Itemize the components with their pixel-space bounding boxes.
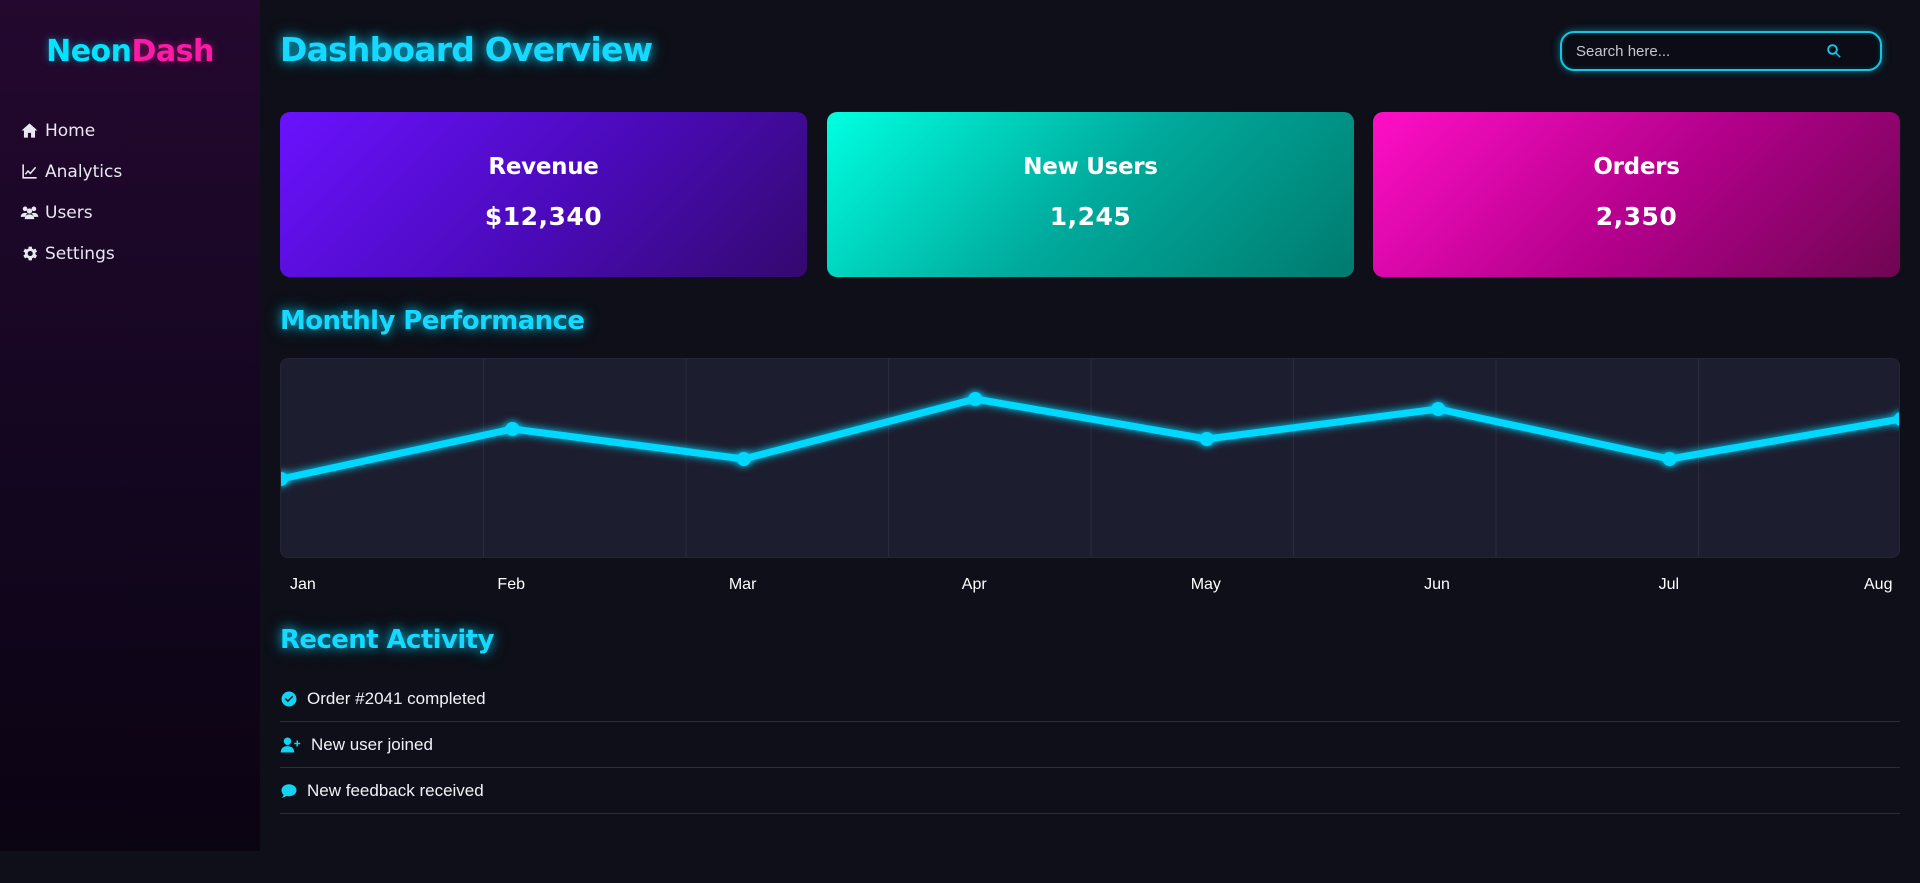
new-users-card: New Users 1,245 bbox=[827, 112, 1354, 277]
activity-text: Order #2041 completed bbox=[307, 688, 486, 708]
search-box bbox=[1560, 31, 1882, 71]
activity-title: Recent Activity bbox=[280, 625, 494, 655]
sidebar-item-label: Settings bbox=[45, 243, 115, 264]
home-icon bbox=[21, 123, 38, 138]
sidebar-item-label: Users bbox=[45, 202, 93, 223]
list-item[interactable]: Order #2041 completed bbox=[280, 676, 1900, 722]
x-tick-label-may: May bbox=[1190, 576, 1221, 593]
activity-text: New user joined bbox=[311, 734, 433, 754]
logo-part-dash: Dash bbox=[131, 34, 215, 69]
sidebar-item-users[interactable]: Users bbox=[20, 192, 122, 233]
chart-point-aug[interactable] bbox=[1894, 412, 1900, 426]
performance-chart-svg bbox=[281, 359, 1900, 557]
sidebar-nav: Home Analytics Users Settings bbox=[20, 110, 122, 274]
chart-x-axis: Jan Feb Mar Apr May Jun Jul Aug bbox=[280, 576, 1900, 596]
list-item[interactable]: New user joined bbox=[280, 722, 1900, 768]
sidebar-item-label: Analytics bbox=[45, 161, 123, 182]
revenue-card: Revenue $12,340 bbox=[280, 112, 807, 277]
chart-point-jan[interactable] bbox=[281, 472, 288, 486]
card-label: Revenue bbox=[488, 154, 599, 180]
activity-text: New feedback received bbox=[307, 780, 484, 800]
card-label: Orders bbox=[1593, 154, 1680, 180]
chart-point-feb[interactable] bbox=[505, 422, 520, 436]
orders-card: Orders 2,350 bbox=[1373, 112, 1900, 277]
search-button[interactable] bbox=[1814, 36, 1854, 66]
comment-icon bbox=[281, 783, 297, 798]
chart-point-may[interactable] bbox=[1199, 432, 1214, 446]
check-circle-icon bbox=[281, 691, 297, 706]
sidebar-item-label: Home bbox=[45, 120, 96, 141]
sidebar-item-analytics[interactable]: Analytics bbox=[20, 151, 122, 192]
x-tick-label-apr: Apr bbox=[961, 576, 987, 593]
search-icon bbox=[1827, 44, 1841, 58]
x-tick-label-feb: Feb bbox=[497, 576, 525, 593]
chart-point-mar[interactable] bbox=[736, 452, 751, 466]
x-tick-label-jan: Jan bbox=[290, 576, 316, 593]
activity-list: Order #2041 completed New user joined Ne… bbox=[280, 676, 1900, 814]
x-tick-label-jun: Jun bbox=[1424, 576, 1450, 593]
user-plus-icon bbox=[280, 737, 301, 752]
performance-chart bbox=[280, 358, 1900, 558]
page-title: Dashboard Overview bbox=[280, 30, 653, 69]
users-icon bbox=[20, 206, 39, 220]
chart-point-jul[interactable] bbox=[1662, 452, 1677, 466]
search-input[interactable] bbox=[1576, 42, 1806, 60]
sidebar: NeonDash Home Analytics Users Settings bbox=[0, 0, 260, 851]
chart-point-apr[interactable] bbox=[968, 392, 983, 406]
chart-line-icon bbox=[22, 164, 37, 179]
logo-part-neon: Neon bbox=[46, 34, 132, 69]
app-logo[interactable]: NeonDash bbox=[0, 34, 260, 69]
card-value: 2,350 bbox=[1595, 202, 1678, 231]
sidebar-item-home[interactable]: Home bbox=[20, 110, 122, 151]
gear-icon bbox=[23, 246, 38, 261]
chart-point-jun[interactable] bbox=[1431, 402, 1446, 416]
performance-title: Monthly Performance bbox=[280, 306, 585, 336]
sidebar-item-settings[interactable]: Settings bbox=[20, 233, 122, 274]
card-value: $12,340 bbox=[484, 202, 603, 231]
x-tick-label-aug: Aug bbox=[1864, 576, 1893, 593]
card-label: New Users bbox=[1023, 154, 1158, 180]
x-tick-label-mar: Mar bbox=[728, 576, 757, 593]
x-tick-label-jul: Jul bbox=[1658, 576, 1680, 593]
card-value: 1,245 bbox=[1049, 202, 1132, 231]
list-item[interactable]: New feedback received bbox=[280, 768, 1900, 814]
